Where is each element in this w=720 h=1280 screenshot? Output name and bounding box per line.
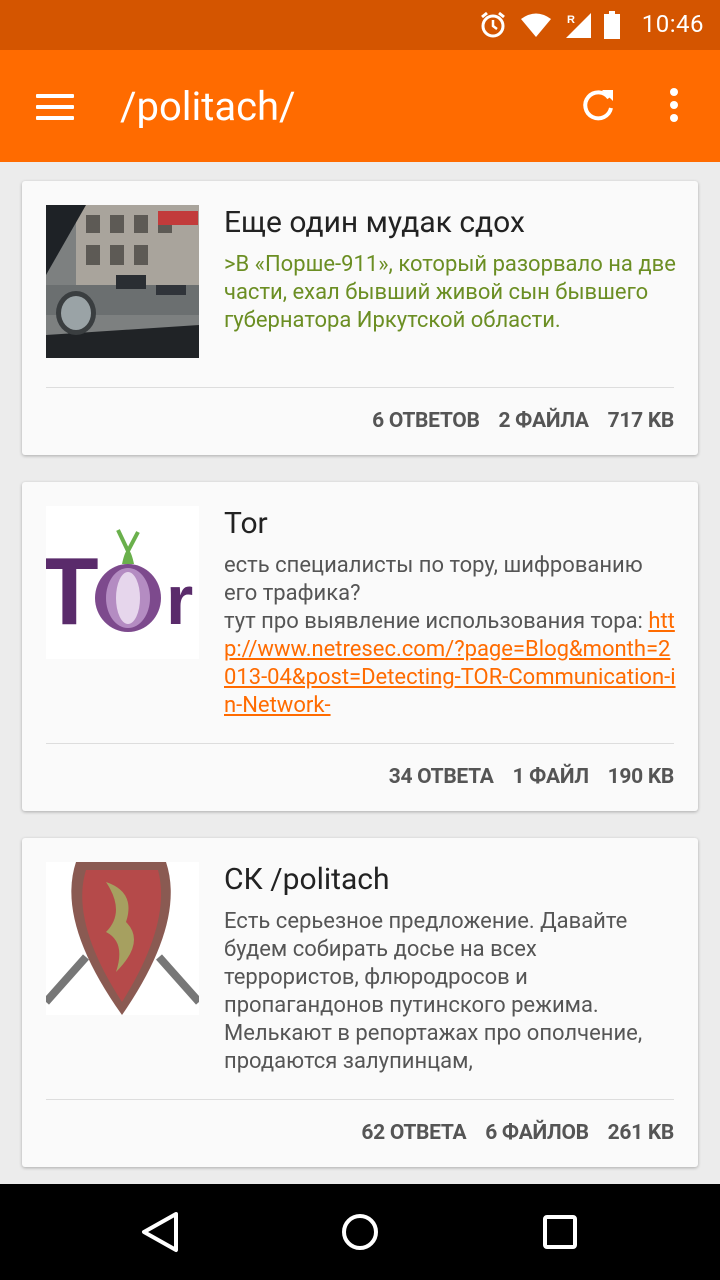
home-icon[interactable] [300, 1184, 420, 1280]
divider [46, 387, 674, 388]
thread-thumbnail [46, 205, 199, 358]
thread-thumbnail: T r [46, 506, 199, 659]
back-icon[interactable] [100, 1184, 220, 1280]
status-time: 10:46 [641, 10, 704, 38]
thread-list[interactable]: Еще один мудак сдох >В «Порше-911», кото… [0, 162, 720, 1184]
menu-icon[interactable] [36, 94, 74, 120]
replies-count: 6 ОТВЕТОВ [372, 409, 480, 433]
thread-title: Еще один мудак сдох [224, 205, 525, 240]
svg-text:T: T [46, 538, 99, 645]
signal-roaming-icon: R [566, 13, 591, 38]
files-size: 261 KB [607, 1121, 675, 1145]
files-count: 1 ФАЙЛ [512, 765, 590, 789]
app-bar: /politach/ [0, 50, 720, 162]
thread-snippet-text: есть специалисты по тору, шифрованию его… [224, 553, 643, 634]
files-count: 6 ФАЙЛОВ [485, 1121, 589, 1145]
thread-snippet: Есть серьезное предложение. Давайте буде… [224, 909, 643, 1074]
alarm-icon [481, 11, 505, 38]
thread-title: Tor [224, 506, 268, 541]
divider [46, 1099, 674, 1100]
replies-count: 34 ОТВЕТА [388, 765, 494, 789]
svg-text:r: r [166, 561, 193, 639]
more-vert-icon[interactable] [668, 88, 680, 128]
thread-snippet: есть специалисты по тору, шифрованию его… [224, 552, 676, 720]
refresh-icon[interactable] [578, 86, 618, 126]
status-bar: R 10:46 [0, 0, 720, 50]
thread-card[interactable]: Еще один мудак сдох >В «Порше-911», кото… [22, 181, 698, 455]
thread-stats: 34 ОТВЕТА 1 ФАЙЛ 190 KB [375, 765, 675, 789]
thread-thumbnail [46, 862, 199, 1015]
files-count: 2 ФАЙЛА [498, 409, 590, 433]
thread-title: СК /politach [224, 862, 390, 897]
thread-card[interactable]: СК /politach Есть серьезное предложение.… [22, 838, 698, 1167]
thread-snippet: >В «Порше-911», который разорвало на две… [224, 252, 676, 333]
wifi-icon [521, 13, 551, 37]
navigation-bar [0, 1184, 720, 1280]
thread-card[interactable]: T r Tor есть специалисты по тору, шифров… [22, 482, 698, 811]
replies-count: 62 ОТВЕТА [361, 1121, 467, 1145]
thread-stats: 62 ОТВЕТА 6 ФАЙЛОВ 261 KB [347, 1121, 674, 1145]
svg-text:R: R [567, 14, 575, 26]
files-size: 717 KB [607, 409, 675, 433]
recents-icon[interactable] [500, 1184, 620, 1280]
board-title: /politach/ [120, 83, 296, 130]
files-size: 190 KB [607, 765, 675, 789]
battery-icon [604, 11, 620, 39]
divider [46, 743, 674, 744]
thread-stats: 6 ОТВЕТОВ 2 ФАЙЛА 717 KB [358, 409, 674, 433]
